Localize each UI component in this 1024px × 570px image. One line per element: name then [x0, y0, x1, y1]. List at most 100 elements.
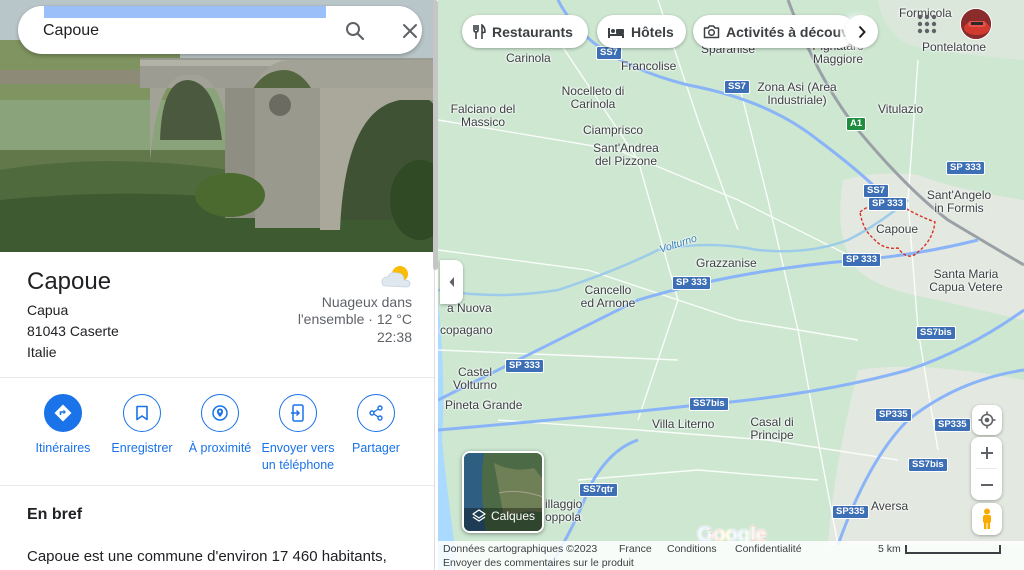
street-view-button[interactable]	[972, 503, 1002, 535]
apps-grid-icon[interactable]	[916, 13, 938, 35]
road-shield: SP 333	[842, 253, 881, 267]
map-label-falciano[interactable]: Falciano del Massico	[446, 103, 520, 129]
chip-hotels-label: Hôtels	[631, 23, 674, 40]
pegman-icon	[983, 508, 991, 529]
loading-bar	[44, 6, 326, 18]
zoom-in-button[interactable]	[971, 437, 1002, 468]
place-panel: Capoue Capua 81043 Caserte Italie Nuageu…	[0, 0, 435, 570]
directions-label: Itinéraires	[35, 441, 91, 455]
share-button[interactable]: Partager	[331, 394, 421, 457]
share-label: Partager	[352, 441, 400, 455]
place-title: Capoue	[27, 268, 112, 295]
map-label-zona-asi[interactable]: Zona Asi (Area Industriale)	[751, 81, 843, 107]
chip-restaurants-label: Restaurants	[492, 23, 573, 40]
collapse-panel-button[interactable]	[440, 260, 463, 304]
country-link[interactable]: France	[619, 543, 652, 555]
chip-restaurants[interactable]: Restaurants	[462, 15, 588, 48]
overview-text: Capoue est une commune d'environ 17 460 …	[27, 548, 387, 565]
map-label-castel-volturno[interactable]: Castel Volturno	[450, 366, 500, 392]
search-box	[18, 6, 422, 54]
search-button[interactable]	[340, 16, 370, 46]
layers-label: Calques	[491, 509, 536, 523]
map-label-vitulazio[interactable]: Vitulazio	[878, 103, 923, 116]
road-shield: SP335	[934, 418, 971, 432]
chip-activities[interactable]: Activités à découvrir	[693, 15, 855, 48]
road-shield: A1	[846, 117, 867, 131]
overview-title: En bref	[27, 506, 83, 523]
camera-icon	[703, 25, 720, 39]
map-label-casal-principe[interactable]: Casal di Principe	[747, 416, 797, 442]
map-label-santa-maria[interactable]: Santa Maria Capua Vetere	[926, 268, 1006, 294]
road-shield: SP 333	[505, 359, 544, 373]
map-label-grazzanise[interactable]: Grazzanise	[696, 257, 757, 270]
zoom-controls	[971, 437, 1002, 500]
weather-time: 22:38	[376, 329, 412, 345]
weather-condition: Nuageux dans l'ensemble · 12 °C	[297, 294, 412, 327]
bookmark-icon	[136, 405, 148, 421]
nearby-label: À proximité	[188, 441, 252, 455]
road-shield: SS7bis	[908, 458, 948, 472]
road-shield: SS7	[863, 184, 889, 198]
layers-icon	[472, 509, 486, 522]
nearby-icon	[212, 405, 228, 421]
bed-icon	[608, 27, 624, 38]
chevron-right-icon	[858, 25, 866, 38]
minus-icon	[980, 483, 993, 486]
feedback-link[interactable]: Envoyer des commentaires sur le produit	[443, 557, 634, 569]
partly-cloudy-icon	[381, 266, 411, 288]
map-label-carinola[interactable]: Carinola	[506, 52, 551, 65]
map-label-pontelatone[interactable]: Pontelatone	[922, 41, 986, 54]
close-icon	[403, 24, 417, 38]
privacy-link[interactable]: Confidentialité	[735, 543, 802, 555]
map-label-capoue[interactable]: Capoue	[876, 223, 918, 236]
map-label-sant-andrea[interactable]: Sant'Andrea del Pizzone	[586, 142, 666, 168]
save-label: Enregistrer	[111, 441, 173, 455]
road-shield: SS7bis	[916, 326, 956, 340]
address-line-city: Capua	[27, 302, 69, 318]
map-label-pineta-grande[interactable]: Pineta Grande	[445, 399, 522, 412]
map-label-sant-angelo[interactable]: Sant'Angelo in Formis	[922, 189, 996, 215]
road-shield: SP 333	[946, 161, 985, 175]
nearby-button[interactable]: À proximité	[175, 394, 265, 457]
map-label-villa-literno[interactable]: Villa Literno	[652, 418, 714, 431]
save-button[interactable]: Enregistrer	[97, 394, 187, 457]
my-location-button[interactable]	[972, 405, 1002, 435]
map-label-nocelleto[interactable]: Nocelleto di Carinola	[558, 85, 628, 111]
road-shield: SP 333	[672, 276, 711, 290]
account-avatar[interactable]	[960, 8, 992, 40]
plus-icon	[980, 446, 993, 459]
fork-knife-icon	[473, 23, 486, 39]
map-label-aversa[interactable]: Aversa	[871, 500, 908, 513]
directions-button[interactable]: Itinéraires	[18, 394, 108, 457]
clear-search-button[interactable]	[395, 16, 425, 46]
zoom-out-button[interactable]	[971, 469, 1002, 500]
chips-next-button[interactable]	[845, 15, 878, 48]
layers-button[interactable]: Calques	[462, 451, 544, 533]
divider	[0, 377, 434, 378]
road-shield: SS7qtr	[579, 483, 618, 497]
address-line-country: Italie	[27, 344, 57, 360]
chevron-left-icon	[449, 277, 454, 287]
share-icon	[369, 405, 383, 421]
map-label-cancello[interactable]: Cancello ed Arnone	[578, 284, 638, 310]
terms-link[interactable]: Conditions	[667, 543, 717, 555]
scale-bar[interactable]	[905, 545, 1001, 554]
divider	[0, 485, 434, 486]
map-label-ciamprisco[interactable]: Ciamprisco	[583, 124, 643, 137]
road-shield: SP335	[875, 408, 912, 422]
road-shield: SP335	[832, 505, 869, 519]
chip-activities-label: Activités à découvrir	[726, 23, 855, 40]
road-shield: SS7	[596, 46, 622, 60]
map-label-copagano[interactable]: copagano	[440, 324, 493, 337]
map-label-villaggio-coppola[interactable]: illaggio oppola	[545, 498, 585, 524]
search-input[interactable]	[43, 18, 323, 44]
send-to-phone-icon	[291, 404, 304, 422]
chip-hotels[interactable]: Hôtels	[597, 15, 686, 48]
send-to-phone-button[interactable]: Envoyer vers un téléphone	[253, 394, 343, 474]
map-data-attribution: Données cartographiques ©2023	[443, 543, 598, 555]
my-location-icon	[978, 411, 996, 429]
road-shield: SS7bis	[689, 397, 729, 411]
road-shield: SS7	[724, 80, 750, 94]
scale-label[interactable]: 5 km	[878, 543, 901, 555]
map-label-francolise[interactable]: Francolise	[621, 60, 676, 73]
